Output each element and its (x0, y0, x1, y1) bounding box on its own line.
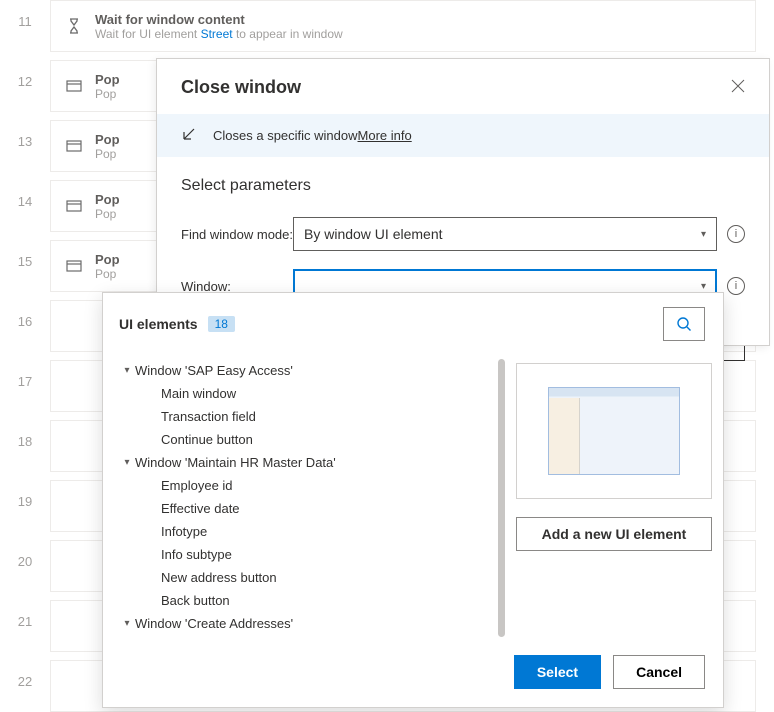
info-icon[interactable]: i (727, 277, 745, 295)
tree-item[interactable]: Back button (119, 589, 505, 612)
step-subtitle: Pop (95, 87, 120, 101)
step-number: 21 (0, 600, 50, 629)
tree-group-label: Window 'SAP Easy Access' (135, 363, 293, 378)
chevron-down-icon: ▾ (701, 281, 706, 292)
chevron-down-icon: ▾ (119, 618, 135, 629)
step-title: Pop (95, 132, 120, 147)
step-title: Pop (95, 192, 120, 207)
step-subtitle: Pop (95, 267, 120, 281)
tree-group-label: Window 'Maintain HR Master Data' (135, 455, 336, 470)
step-number: 15 (0, 240, 50, 269)
ui-elements-tree: ▾Window 'SAP Easy Access'Main windowTran… (103, 359, 505, 641)
step-number: 12 (0, 60, 50, 89)
search-button[interactable] (663, 307, 705, 341)
step-title: Pop (95, 252, 120, 267)
tree-group[interactable]: ▾Window 'Maintain HR Master Data' (119, 451, 505, 474)
arrow-down-left-icon (181, 126, 197, 145)
flow-step-card[interactable]: Wait for window content Wait for UI elem… (50, 0, 756, 52)
chevron-down-icon: ▾ (701, 229, 706, 240)
window-icon (65, 197, 83, 215)
window-icon (65, 257, 83, 275)
tree-item[interactable]: Street (119, 635, 505, 641)
step-title: Pop (95, 72, 120, 87)
window-icon (65, 77, 83, 95)
tree-group-label: Window 'Create Addresses' (135, 616, 293, 631)
step-number: 16 (0, 300, 50, 329)
find-window-mode-label: Find window mode: (181, 227, 293, 242)
step-number: 13 (0, 120, 50, 149)
tree-item[interactable]: New address button (119, 566, 505, 589)
step-number: 11 (0, 0, 50, 29)
tree-group[interactable]: ▾Window 'SAP Easy Access' (119, 359, 505, 382)
find-window-mode-value: By window UI element (304, 226, 443, 242)
cancel-button[interactable]: Cancel (613, 655, 705, 689)
close-icon[interactable] (731, 79, 745, 96)
tree-group[interactable]: ▾Window 'Create Addresses' (119, 612, 505, 635)
tree-item[interactable]: Employee id (119, 474, 505, 497)
more-info-link[interactable]: More info (358, 128, 412, 143)
step-number: 18 (0, 420, 50, 449)
tree-item[interactable]: Info subtype (119, 543, 505, 566)
ui-element-link[interactable]: Street (201, 27, 233, 41)
dialog-title: Close window (181, 77, 301, 98)
step-number: 14 (0, 180, 50, 209)
tree-item[interactable]: Infotype (119, 520, 505, 543)
select-parameters-heading: Select parameters (181, 177, 745, 195)
info-icon[interactable]: i (727, 225, 745, 243)
step-subtitle: Pop (95, 147, 120, 161)
info-bar: Closes a specific window More info (157, 114, 769, 157)
window-icon (65, 137, 83, 155)
step-number: 19 (0, 480, 50, 509)
step-number: 20 (0, 540, 50, 569)
find-window-mode-dropdown[interactable]: By window UI element ▾ (293, 217, 717, 251)
step-subtitle: Wait for UI element Street to appear in … (95, 27, 343, 41)
scrollbar[interactable] (498, 359, 505, 637)
step-title: Wait for window content (95, 12, 343, 27)
tree-item[interactable]: Transaction field (119, 405, 505, 428)
tree-item[interactable]: Effective date (119, 497, 505, 520)
ui-element-preview (516, 363, 712, 499)
step-number: 17 (0, 360, 50, 389)
ui-elements-count-badge: 18 (208, 316, 235, 332)
ui-elements-panel: UI elements 18 ▾Window 'SAP Easy Access'… (102, 292, 724, 708)
step-subtitle: Pop (95, 207, 120, 221)
chevron-down-icon: ▾ (119, 365, 135, 376)
tree-item[interactable]: Main window (119, 382, 505, 405)
ui-elements-label: UI elements (119, 316, 198, 332)
tree-item[interactable]: Continue button (119, 428, 505, 451)
select-button[interactable]: Select (514, 655, 601, 689)
step-number: 22 (0, 660, 50, 689)
hourglass-icon (65, 17, 83, 35)
info-text: Closes a specific window (213, 128, 358, 143)
add-ui-element-button[interactable]: Add a new UI element (516, 517, 712, 551)
chevron-down-icon: ▾ (119, 457, 135, 468)
